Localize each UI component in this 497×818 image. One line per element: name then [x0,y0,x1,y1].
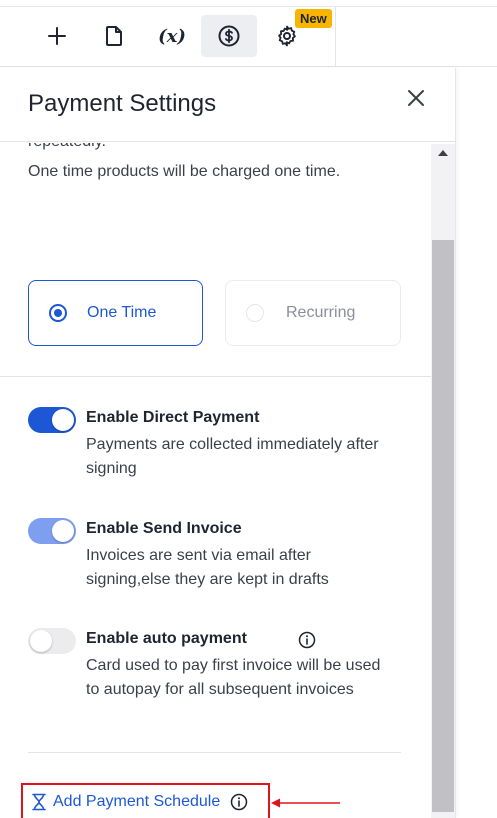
direct-payment-row: Enable Direct Payment Payments are colle… [28,407,408,487]
scrollbar[interactable] [431,144,455,818]
toolbar-divider [335,7,336,67]
plus-icon [48,27,66,45]
send-invoice-desc: Invoices are sent via email after signin… [86,547,329,588]
add-payment-schedule-link[interactable]: Add Payment Schedule [21,783,270,818]
section-divider [0,376,431,377]
payment-settings-panel: Payment Settings repeatedly. One time pr… [0,68,456,818]
auto-payment-title: Enable auto payment [86,630,247,647]
panel-header: Payment Settings [0,68,456,142]
document-icon [106,26,122,46]
direct-payment-title: Enable Direct Payment [86,409,260,426]
one-time-option[interactable]: One Time [28,280,203,346]
auto-payment-toggle[interactable] [28,628,76,654]
gear-icon [278,25,296,47]
one-time-radio[interactable] [49,304,67,322]
add-button[interactable] [29,15,85,57]
one-time-label: One Time [87,304,157,321]
send-invoice-toggle[interactable] [28,518,76,544]
hourglass-icon [32,793,46,810]
recurring-option[interactable]: Recurring [225,280,401,346]
document-button[interactable] [86,15,142,57]
top-toolbar: (x) New [0,6,497,67]
panel-content: repeatedly. One time products will be ch… [0,143,431,818]
variable-icon: (x) [158,25,186,47]
one-time-description: One time products will be charged one ti… [28,163,341,180]
annotation-arrow [271,798,340,808]
payments-button[interactable] [201,15,257,57]
recurring-label: Recurring [286,304,356,321]
send-invoice-row: Enable Send Invoice Invoices are sent vi… [28,518,408,598]
dollar-circle-icon [218,25,240,47]
auto-payment-desc: Card used to pay first invoice will be u… [86,657,381,698]
scroll-up-button[interactable] [431,144,455,162]
close-icon [408,90,424,106]
scroll-thumb[interactable] [432,240,454,812]
send-invoice-title: Enable Send Invoice [86,520,242,537]
direct-payment-desc: Payments are collected immediately after… [86,436,379,477]
direct-payment-toggle[interactable] [28,407,76,433]
info-icon[interactable] [298,631,316,649]
caret-up-icon [438,150,448,156]
new-badge: New [295,9,332,28]
add-payment-schedule-label: Add Payment Schedule [53,792,221,810]
recurring-radio[interactable] [246,304,264,322]
partial-text: repeatedly. [28,143,106,151]
info-icon[interactable] [230,793,248,811]
section-divider [28,752,401,753]
variables-button[interactable]: (x) [144,15,200,57]
auto-payment-row: Enable auto payment Card used to pay fir… [28,628,408,728]
page-title: Payment Settings [28,90,217,117]
close-button[interactable] [402,84,430,112]
